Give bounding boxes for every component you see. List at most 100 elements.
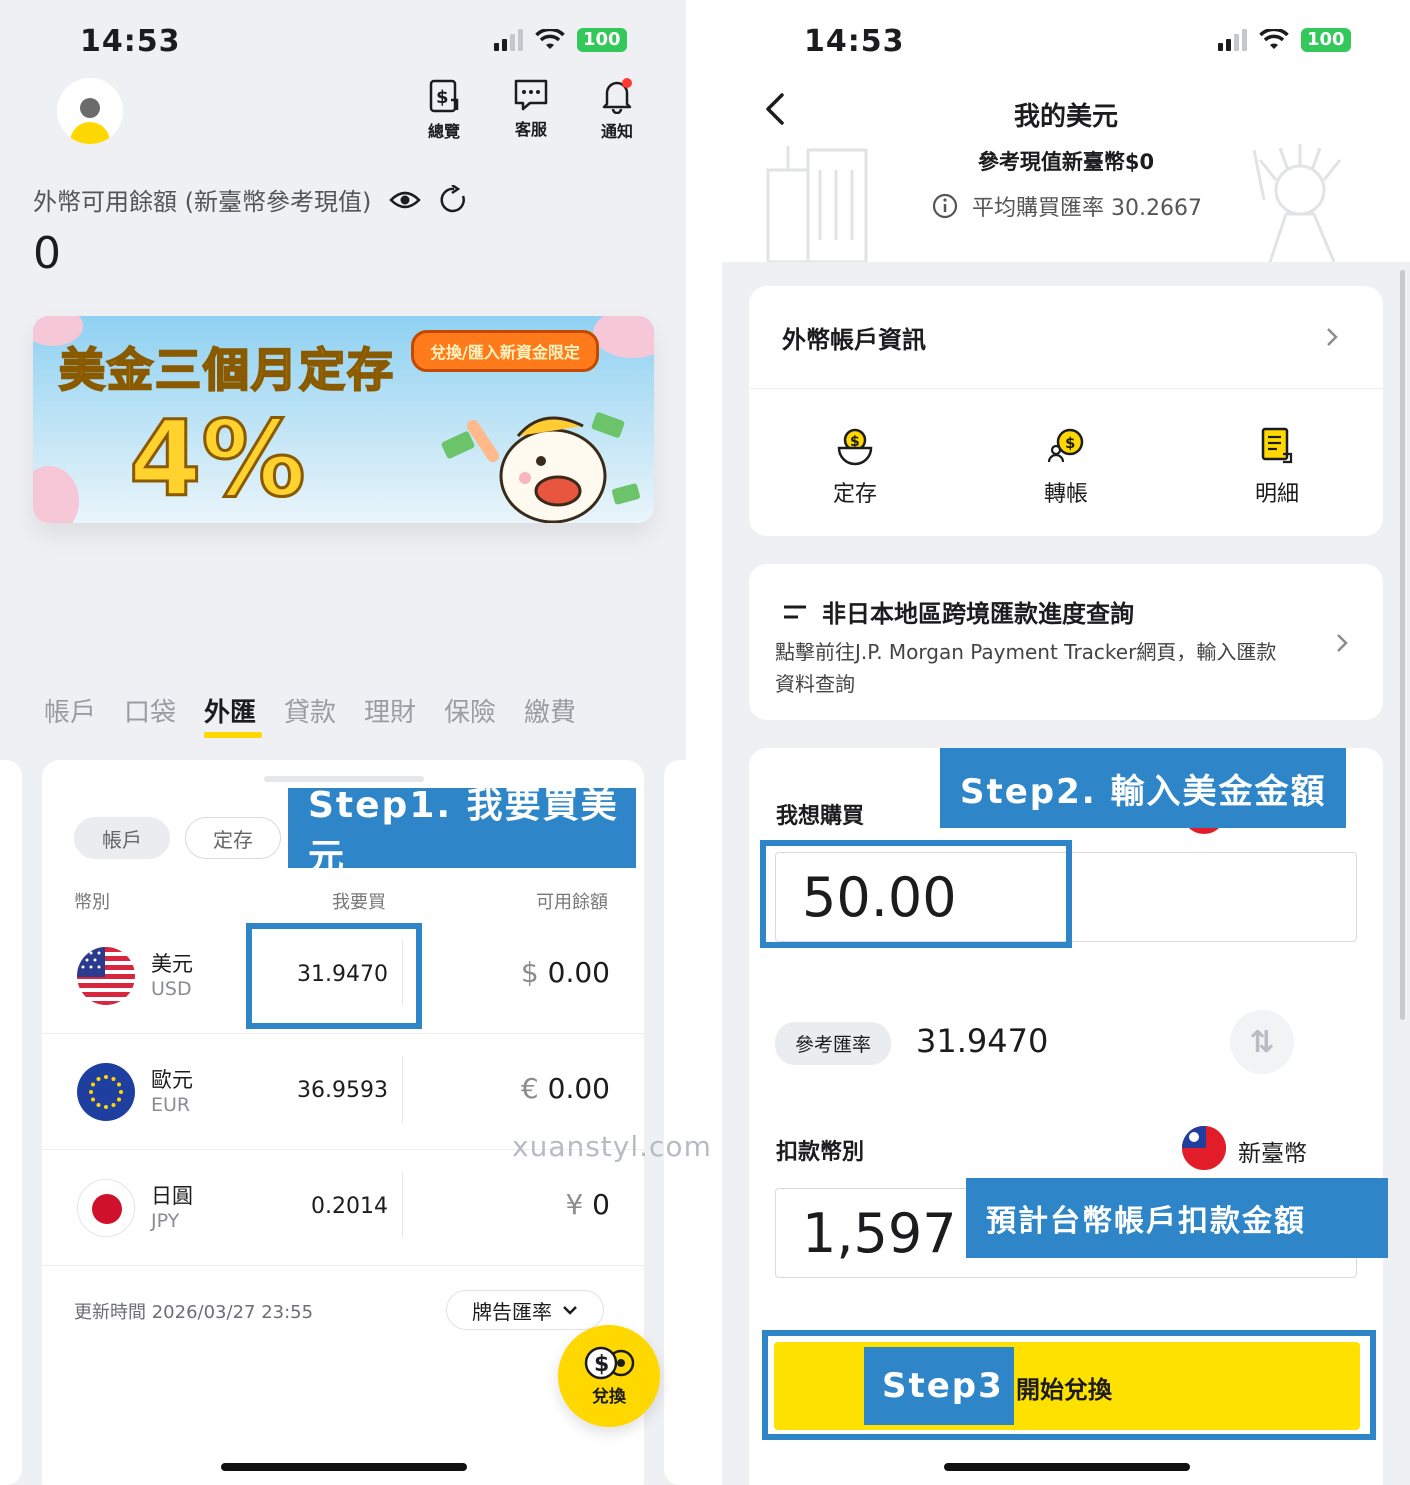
- pill-deposit[interactable]: 定存: [185, 817, 281, 859]
- balance-value: 0: [33, 228, 61, 279]
- ref-rate-chip: 參考匯率: [775, 1022, 892, 1065]
- home-indicator: [221, 1463, 467, 1471]
- buy-rate[interactable]: 36.9593: [297, 1078, 388, 1103]
- home-indicator: [944, 1463, 1190, 1471]
- currency-name: 美元: [151, 952, 193, 976]
- chat-icon: [514, 79, 548, 111]
- rate-type-dropdown[interactable]: 牌告匯率: [446, 1290, 604, 1330]
- info-icon[interactable]: [932, 193, 958, 219]
- buy-rate[interactable]: 0.2014: [311, 1194, 388, 1219]
- action-transfer-label: 轉帳: [1043, 482, 1088, 507]
- cellular-signal-icon: [1218, 29, 1247, 51]
- nav-overview[interactable]: $ 總覽: [414, 78, 474, 142]
- step1-annotation: Step1. 我要買美元: [288, 785, 636, 878]
- battery-indicator: 100: [577, 28, 627, 52]
- tab-pocket[interactable]: 口袋: [124, 692, 204, 729]
- rate-type-label: 牌告匯率: [472, 1299, 552, 1324]
- average-rate: 平均購買匯率 30.2667: [932, 190, 1202, 222]
- tab-account[interactable]: 帳戶: [44, 692, 124, 729]
- action-transfer[interactable]: $ 轉帳: [1006, 426, 1126, 508]
- want-buy-label: 我想購買: [776, 804, 865, 829]
- details-icon: [1261, 427, 1293, 464]
- bell-icon: [602, 78, 632, 114]
- available-amount: 0.00: [547, 956, 610, 989]
- tab-payment[interactable]: 繳費: [524, 692, 604, 729]
- svg-text:$: $: [594, 1352, 609, 1377]
- update-time: 更新時間 2026/03/27 23:55: [74, 1302, 314, 1323]
- scrollbar[interactable]: [1400, 270, 1405, 1020]
- currency-symbol: $: [520, 956, 539, 989]
- exchange-fab-button[interactable]: $ 兌換: [558, 1325, 660, 1427]
- banner-title: 美金三個月定存: [58, 342, 395, 398]
- debit-amount-annotation: 預計台幣帳戶扣款金額: [966, 1178, 1388, 1258]
- currency-code: JPY: [151, 1210, 180, 1232]
- available-amount: 0: [592, 1188, 610, 1221]
- refresh-icon[interactable]: [439, 184, 469, 215]
- adjacent-card-right: [664, 760, 686, 1485]
- blossom-decoration: [33, 466, 79, 523]
- col-available: 可用餘額: [536, 892, 608, 913]
- tab-forex[interactable]: 外匯: [204, 692, 284, 738]
- transfer-icon: $: [1047, 428, 1084, 463]
- chevron-right-icon[interactable]: [1325, 326, 1339, 348]
- chevron-right-icon[interactable]: [1335, 632, 1349, 654]
- svg-text:$: $: [1065, 434, 1075, 452]
- banner-tag: 兌換/匯入新資金限定: [411, 330, 599, 372]
- account-info-title[interactable]: 外幣帳戶資訊: [782, 320, 926, 355]
- action-details[interactable]: 明細: [1217, 426, 1337, 508]
- action-deposit-label: 定存: [832, 482, 877, 507]
- balance-label: 外幣可用餘額 (新臺幣參考現值): [33, 182, 469, 217]
- available-balance: ¥ 0: [565, 1188, 610, 1221]
- remittance-tracker-card[interactable]: 非日本地區跨境匯款進度查詢 點擊前往J.P. Morgan Payment Tr…: [749, 564, 1383, 720]
- debit-currency-name[interactable]: 新臺幣: [1238, 1134, 1307, 1168]
- status-icons: 100: [494, 28, 627, 52]
- step2-highlight-frame: [760, 840, 1072, 948]
- tw-flag-icon: [1182, 1126, 1226, 1170]
- tracker-title-text: 非日本地區跨境匯款進度查詢: [822, 600, 1134, 628]
- left-screen: 14:53 100 $ 總覽 客服 通知 外幣可用餘額 (新臺幣參考現值) 0 …: [0, 0, 686, 1485]
- debit-currency-label: 扣款幣別: [776, 1140, 865, 1165]
- tab-insurance[interactable]: 保險: [444, 692, 524, 729]
- currency-code: USD: [151, 978, 192, 1000]
- available-amount: 0.00: [547, 1072, 610, 1105]
- pill-account[interactable]: 帳戶: [74, 817, 170, 859]
- step1-highlight-frame: [246, 923, 422, 1029]
- currency-symbol: ¥: [565, 1188, 584, 1221]
- avatar[interactable]: [57, 78, 123, 144]
- status-icons: 100: [1218, 28, 1351, 52]
- tracker-description: 點擊前往J.P. Morgan Payment Tracker網頁，輸入匯款資料…: [775, 640, 1277, 696]
- status-time: 14:53: [80, 24, 181, 59]
- fab-label: 兌換: [592, 1386, 626, 1407]
- currency-code: EUR: [151, 1094, 191, 1116]
- action-deposit[interactable]: $ 定存: [795, 426, 915, 508]
- account-info-card: 外幣帳戶資訊 $ 定存 $ 轉帳 明細: [749, 286, 1383, 536]
- nav-support-label: 客服: [514, 120, 547, 139]
- currency-row-jpy[interactable]: 日圓 JPY 0.2014 ¥ 0: [42, 1150, 644, 1266]
- nav-notifications[interactable]: 通知: [587, 78, 647, 142]
- currency-symbol: €: [520, 1072, 539, 1105]
- divider: [402, 1172, 403, 1238]
- tab-wealth[interactable]: 理財: [364, 692, 444, 729]
- blossom-decoration: [593, 316, 654, 358]
- tab-loan[interactable]: 貸款: [284, 692, 364, 729]
- menu-lines-icon: [784, 605, 806, 618]
- svg-text:$: $: [436, 87, 449, 108]
- status-time: 14:53: [804, 24, 905, 59]
- jp-flag-icon: [77, 1179, 135, 1237]
- battery-indicator: 100: [1301, 28, 1351, 52]
- step3-annotation: Step3: [864, 1347, 1014, 1425]
- available-balance: $ 0.00: [521, 956, 610, 989]
- nav-support[interactable]: 客服: [501, 78, 561, 140]
- step2-annotation: Step2. 輸入美金金額: [940, 748, 1346, 828]
- deposit-icon: $: [837, 428, 873, 466]
- right-screen: 14:53 100 我的美元 參考現值新臺幣$0 平均購買匯率 30.2667 …: [722, 0, 1410, 1485]
- swap-direction-button[interactable]: ⇅: [1230, 1010, 1294, 1074]
- dollar-document-icon: $: [429, 79, 459, 113]
- wifi-icon: [1259, 29, 1289, 49]
- us-flag-icon: [77, 947, 135, 1005]
- exchange-coins-icon: $: [584, 1346, 635, 1379]
- eye-icon[interactable]: [389, 190, 422, 210]
- available-balance: € 0.00: [521, 1072, 610, 1105]
- page-title: 我的美元: [1013, 102, 1118, 132]
- promo-banner[interactable]: 美金三個月定存 4% 兌換/匯入新資金限定: [33, 316, 654, 523]
